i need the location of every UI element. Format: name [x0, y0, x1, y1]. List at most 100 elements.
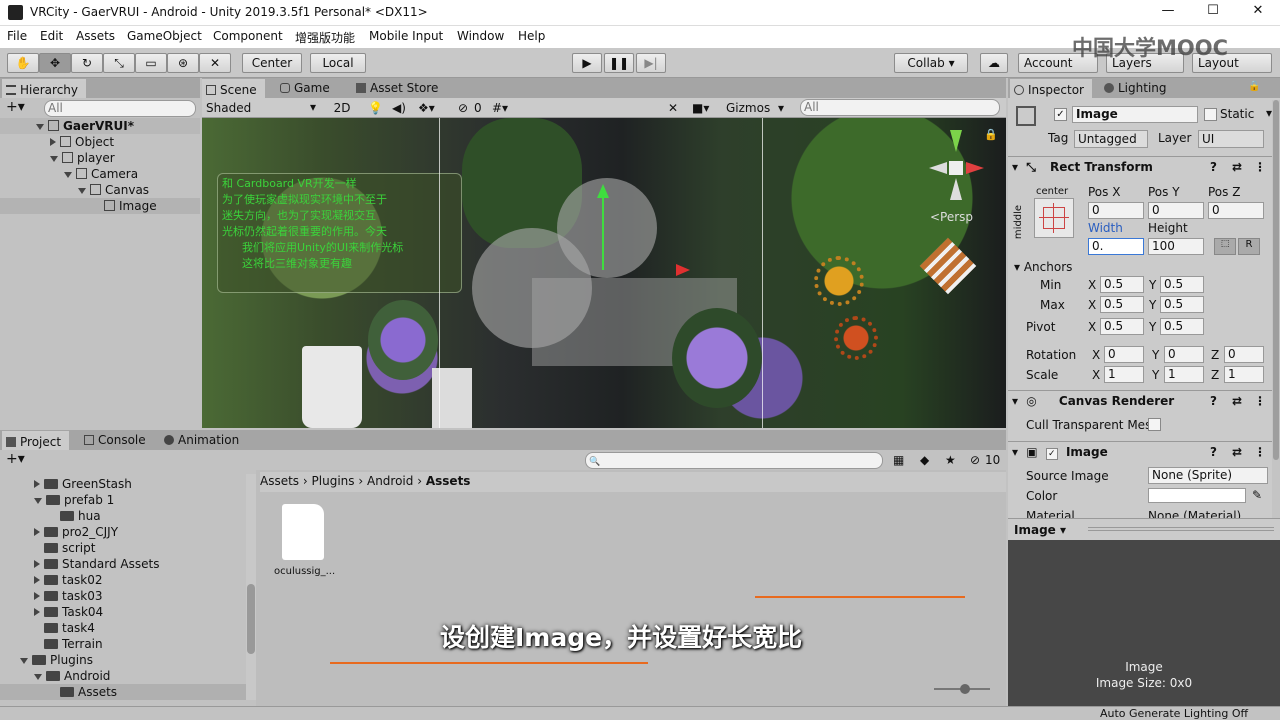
expand-arrow-icon[interactable] — [34, 674, 42, 680]
expand-arrow-icon[interactable] — [36, 124, 44, 130]
move-gizmo-y-axis[interactable] — [602, 188, 604, 270]
rotation-z-input[interactable]: 0 — [1224, 346, 1264, 363]
tag-dropdown[interactable]: Untagged — [1074, 130, 1148, 148]
help-icon[interactable]: ? — [1210, 157, 1217, 177]
step-button[interactable]: ▶| — [636, 53, 666, 73]
image-component-header[interactable]: ▾ ▣ ✓ Image ? ⇄ ⋮ — [1008, 441, 1272, 463]
gizmos-dropdown[interactable]: Gizmos — [726, 100, 770, 116]
effects-toggle-icon[interactable]: ❖▾ — [418, 100, 435, 116]
2d-toggle[interactable]: 2D — [328, 100, 356, 116]
play-button[interactable]: ▶ — [572, 53, 602, 73]
expand-arrow-icon[interactable] — [34, 498, 42, 504]
help-icon[interactable]: ? — [1210, 391, 1217, 411]
active-checkbox[interactable]: ✓ — [1054, 108, 1067, 121]
source-image-field[interactable]: None (Sprite) — [1148, 467, 1268, 484]
rect-tool-icon[interactable]: ▭ — [135, 53, 167, 73]
height-input[interactable]: 100 — [1148, 238, 1204, 255]
menu-component[interactable]: Component — [213, 29, 283, 43]
menu-gameobject[interactable]: GameObject — [127, 29, 202, 43]
hierarchy-item-camera[interactable]: Camera — [0, 166, 200, 182]
move-tool-icon[interactable]: ✥ — [39, 53, 71, 73]
pivot-local-toggle[interactable]: Local — [310, 53, 366, 73]
anchor-max-y-input[interactable]: 0.5 — [1160, 296, 1204, 313]
gizmo-bottom-cone-icon[interactable] — [950, 178, 962, 200]
preset-icon[interactable]: ⇄ — [1232, 442, 1242, 462]
move-gizmo-y-arrow-icon[interactable] — [597, 184, 609, 198]
rotation-y-input[interactable]: 0 — [1164, 346, 1204, 363]
folder-item[interactable]: Plugins — [0, 652, 200, 668]
file-icon[interactable] — [282, 504, 324, 560]
context-menu-icon[interactable]: ⋮ — [1254, 442, 1266, 462]
menu-enhanced[interactable]: 增强版功能 — [295, 29, 355, 46]
folder-item[interactable]: Assets — [0, 684, 246, 700]
zoom-slider-thumb-icon[interactable] — [960, 684, 970, 694]
menu-mobile-input[interactable]: Mobile Input — [369, 29, 443, 43]
lock-icon[interactable]: 🔒 — [1248, 81, 1260, 92]
scale-z-input[interactable]: 1 — [1224, 366, 1264, 383]
pivot-y-input[interactable]: 0.5 — [1160, 318, 1204, 335]
grid-toggle-icon[interactable]: #▾ — [492, 100, 508, 116]
expand-arrow-icon[interactable] — [34, 480, 40, 488]
hierarchy-item-canvas[interactable]: Canvas — [0, 182, 200, 198]
filter-type-icon[interactable]: ▦ — [893, 452, 904, 468]
tab-console[interactable]: Console — [80, 431, 154, 450]
shading-mode-dropdown[interactable]: Shaded — [206, 100, 320, 116]
cloud-icon[interactable]: ☁ — [980, 53, 1008, 73]
transform-tool-icon[interactable]: ⊛ — [167, 53, 199, 73]
tab-inspector[interactable]: Inspector — [1010, 79, 1092, 98]
folder-item[interactable]: task03 — [0, 588, 200, 604]
gizmo-x-cone-icon[interactable] — [966, 162, 984, 174]
breadcrumb-item[interactable]: Assets — [260, 474, 299, 488]
pos-z-input[interactable]: 0 — [1208, 202, 1264, 219]
hierarchy-item-object[interactable]: Object — [0, 134, 200, 150]
tools-icon[interactable]: ✕ — [668, 100, 678, 116]
pivot-x-input[interactable]: 0.5 — [1100, 318, 1144, 335]
lighting-toggle-icon[interactable]: 💡 — [368, 100, 383, 116]
hierarchy-item-player[interactable]: player — [0, 150, 200, 166]
expand-arrow-icon[interactable] — [34, 592, 40, 600]
rotation-x-input[interactable]: 0 — [1104, 346, 1144, 363]
anchor-max-x-input[interactable]: 0.5 — [1100, 296, 1144, 313]
folder-item[interactable]: Android — [0, 668, 200, 684]
gizmo-left-cone-icon[interactable] — [929, 162, 947, 174]
tree-scrollbar[interactable] — [246, 474, 256, 700]
help-icon[interactable]: ? — [1210, 442, 1217, 462]
expand-arrow-icon[interactable] — [34, 576, 40, 584]
anchor-min-y-input[interactable]: 0.5 — [1160, 276, 1204, 293]
menu-help[interactable]: Help — [518, 29, 545, 43]
menu-window[interactable]: Window — [457, 29, 504, 43]
tab-lighting[interactable]: Lighting — [1100, 79, 1175, 98]
gizmos-arrow-icon[interactable]: ▾ — [778, 100, 784, 116]
folder-item[interactable]: Standard Assets — [0, 556, 200, 572]
close-icon[interactable]: ✕ — [1246, 3, 1270, 21]
pause-button[interactable]: ❚❚ — [604, 53, 634, 73]
add-icon[interactable]: +▾ — [6, 451, 25, 467]
pivot-center-toggle[interactable]: Center — [242, 53, 302, 73]
folder-item[interactable]: script — [0, 540, 200, 556]
filter-label-icon[interactable]: ◆ — [920, 452, 929, 468]
folder-item[interactable]: Task04 — [0, 604, 200, 620]
orientation-gizmo[interactable] — [924, 128, 990, 208]
collapse-arrow-icon[interactable]: ▾ — [1014, 260, 1024, 274]
folder-item[interactable]: Terrain — [0, 636, 200, 652]
object-name-input[interactable]: Image — [1072, 106, 1198, 123]
layer-dropdown[interactable]: UI — [1198, 130, 1264, 148]
anchor-min-x-input[interactable]: 0.5 — [1100, 276, 1144, 293]
folder-item[interactable]: pro2_CJJY — [0, 524, 200, 540]
expand-arrow-icon[interactable] — [20, 658, 28, 664]
hierarchy-search-input[interactable]: All — [44, 100, 196, 117]
maximize-icon[interactable]: ☐ — [1201, 3, 1225, 21]
pos-x-input[interactable]: 0 — [1088, 202, 1144, 219]
hidden-objects-icon[interactable]: ⊘ — [458, 100, 468, 116]
audio-toggle-icon[interactable]: ◀) — [392, 100, 406, 116]
menu-edit[interactable]: Edit — [40, 29, 63, 43]
breadcrumb-item[interactable]: Assets — [426, 474, 471, 488]
tab-scene[interactable]: Scene — [202, 79, 265, 98]
file-label[interactable]: oculussig_... — [274, 566, 335, 577]
expand-arrow-icon[interactable] — [78, 188, 86, 194]
preset-icon[interactable]: ⇄ — [1232, 157, 1242, 177]
folder-item[interactable]: task02 — [0, 572, 200, 588]
tab-project[interactable]: Project — [2, 431, 70, 450]
preview-dropdown[interactable]: Image ▾ — [1014, 522, 1066, 538]
gizmo-y-cone-icon[interactable] — [950, 130, 962, 152]
